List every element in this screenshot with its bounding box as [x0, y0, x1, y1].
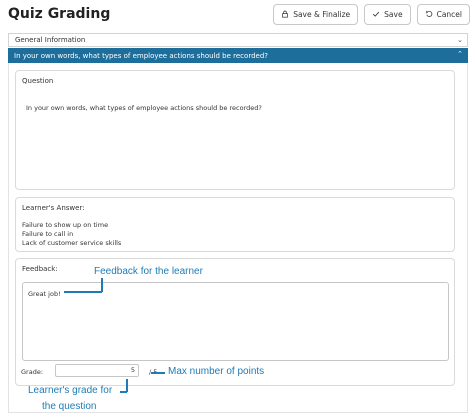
chevron-down-icon: ⌄ — [457, 36, 463, 44]
page-title: Quiz Grading — [8, 6, 111, 22]
general-information-label: General Information — [15, 36, 86, 44]
lock-icon — [281, 10, 289, 20]
chevron-up-icon: ⌃ — [457, 50, 463, 58]
learner-answer-text: Failure to show up on time Failure to ca… — [22, 221, 121, 248]
learner-answer-title: Learner's Answer: — [22, 204, 85, 212]
feedback-text: Great job! — [28, 290, 61, 298]
grade-input[interactable]: 5 — [55, 364, 139, 377]
answer-line: Failure to show up on time — [22, 221, 109, 229]
max-points-annotation: Max number of points — [168, 366, 265, 377]
question-accordion[interactable]: In your own words, what types of employe… — [8, 48, 468, 63]
question-accordion-label: In your own words, what types of employe… — [14, 51, 268, 60]
feedback-textarea[interactable]: Great job! — [22, 282, 449, 361]
question-card-title: Question — [22, 77, 54, 85]
feedback-title: Feedback: — [22, 265, 58, 273]
feedback-annotation: Feedback for the learner — [94, 266, 203, 277]
save-button[interactable]: Save — [364, 4, 411, 25]
question-panel: Question In your own words, what types o… — [8, 63, 468, 413]
max-points-annotation-connector — [151, 372, 165, 374]
save-finalize-button[interactable]: Save & Finalize — [273, 4, 359, 25]
save-finalize-label: Save & Finalize — [293, 10, 351, 19]
feedback-annotation-connector — [101, 278, 103, 292]
save-label: Save — [384, 10, 403, 19]
question-card: Question In your own words, what types o… — [15, 70, 455, 190]
grade-annotation-connector — [120, 391, 127, 393]
undo-icon — [425, 10, 433, 20]
cancel-button[interactable]: Cancel — [416, 4, 470, 25]
check-icon — [372, 10, 380, 20]
grade-label: Grade: — [21, 368, 44, 376]
answer-line: Lack of customer service skills — [22, 239, 122, 247]
learner-answer-card: Learner's Answer: Failure to show up on … — [15, 197, 455, 252]
toolbar: Save & Finalize Save Cancel — [273, 4, 470, 25]
grade-annotation-line1: Learner's grade for — [28, 385, 113, 396]
question-text: In your own words, what types of employe… — [26, 104, 262, 112]
general-information-accordion[interactable]: General Information ⌄ — [8, 33, 468, 47]
cancel-label: Cancel — [436, 10, 462, 19]
feedback-annotation-connector — [64, 291, 102, 293]
answer-line: Failure to call in — [22, 230, 74, 238]
grade-annotation-line2: the question — [42, 401, 97, 412]
